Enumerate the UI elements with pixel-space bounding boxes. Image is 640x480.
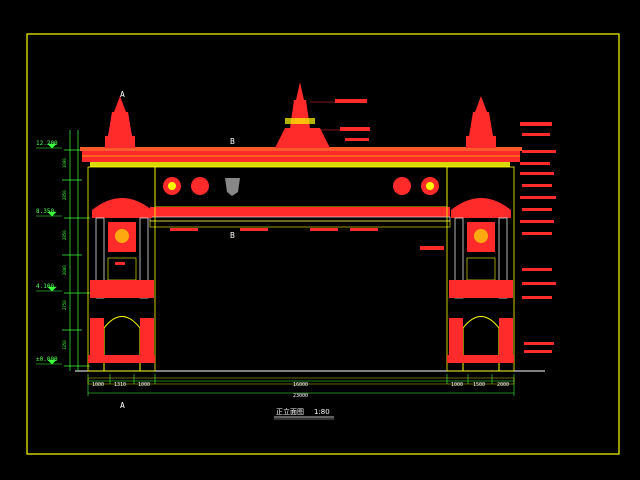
drawing-scale: 1:80 xyxy=(314,408,330,416)
left-pier xyxy=(87,166,156,372)
dim-segment-4: 16000 xyxy=(293,382,308,388)
left-statue xyxy=(105,96,135,148)
dim-segment-2: 1310 xyxy=(114,382,126,388)
cad-elevation-drawing: 12.200 8.350 4.100 ±0.000 1000 2850 2850… xyxy=(26,33,620,455)
svg-text:2750: 2750 xyxy=(62,300,67,310)
frieze xyxy=(154,166,448,208)
elevation-markers xyxy=(36,143,62,365)
dim-segment-5: 1000 xyxy=(451,382,463,388)
lintel-beam xyxy=(149,207,451,228)
center-crest xyxy=(275,82,330,148)
elevation-label-2: 8.350 xyxy=(36,208,54,215)
section-mark-top-mid: B xyxy=(230,137,235,146)
svg-text:2850: 2850 xyxy=(62,230,67,240)
dim-segment-7: 2000 xyxy=(497,382,509,388)
section-mark-bottom: A xyxy=(120,401,125,410)
dim-segment-3: 1000 xyxy=(138,382,150,388)
dim-overall: 23000 xyxy=(293,393,308,399)
cornice xyxy=(80,147,522,167)
dim-segment-1: 1000 xyxy=(92,382,104,388)
svg-text:2850: 2850 xyxy=(62,190,67,200)
svg-text:1000: 1000 xyxy=(62,158,67,168)
elevation-label-ground: ±0.000 xyxy=(36,356,58,363)
drawing-title: 正立面图 xyxy=(276,407,304,416)
section-mark-top-left: A xyxy=(120,90,125,99)
elevation-label-top: 12.200 xyxy=(36,140,58,147)
svg-text:2000: 2000 xyxy=(62,265,67,275)
right-pier xyxy=(446,166,515,372)
svg-text:1350: 1350 xyxy=(62,340,67,350)
elevation-label-3: 4.100 xyxy=(36,283,54,290)
vertical-dim-ticks: 1000 2850 2850 2000 2750 1350 xyxy=(62,158,67,350)
dim-segment-6: 1500 xyxy=(473,382,485,388)
section-mark-mid: B xyxy=(230,231,235,240)
right-statue xyxy=(466,96,496,148)
